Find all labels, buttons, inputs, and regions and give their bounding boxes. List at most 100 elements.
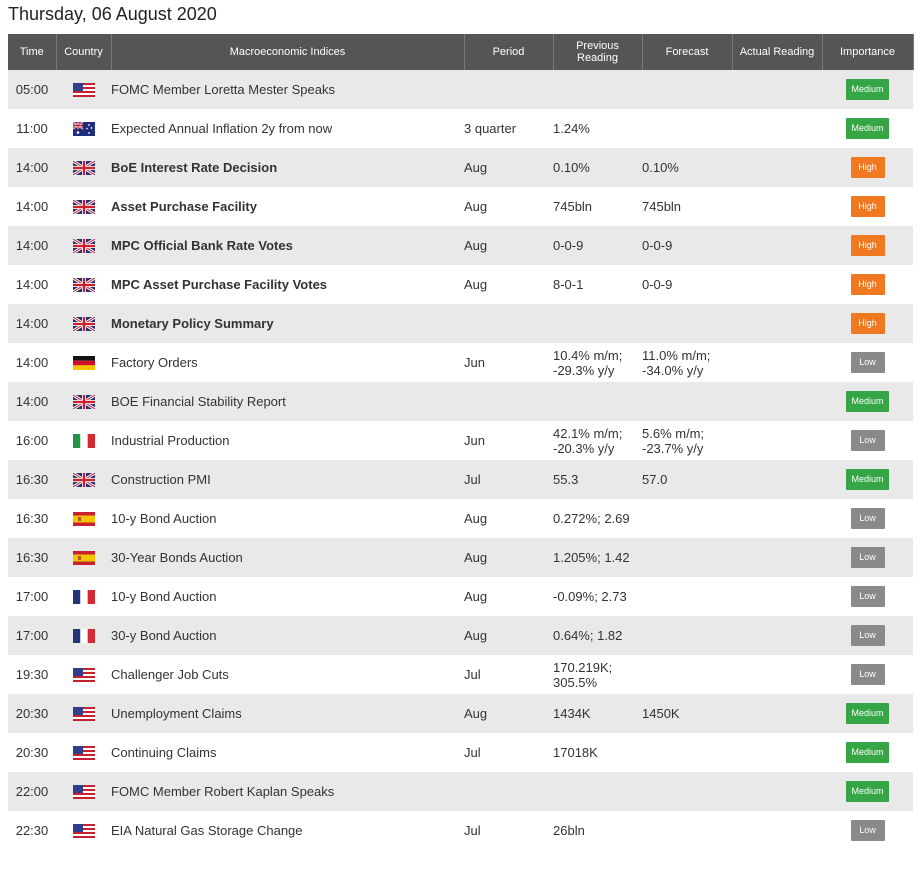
forecast-value-cell: 1450K [642,694,732,733]
previous-reading-value: 55.3 [553,472,579,487]
actual-reading [732,733,822,772]
table-row[interactable]: 14:00 BoE Interest Rate Decision Aug 0.10% 0… [8,148,913,187]
column-header-forecast[interactable]: Forecast [642,34,733,70]
table-row[interactable]: 14:00 Factory Orders Jun 10.4% m/m; -29.3% … [8,343,913,382]
uk-flag-icon [72,160,95,176]
importance-badge: Medium [846,79,889,100]
event-name[interactable]: 30-Year Bonds Auction [111,538,464,577]
event-name[interactable]: Industrial Production [111,421,464,460]
table-row[interactable]: 14:00 MPC Asset Purchase Facility Votes Au… [8,265,913,304]
previous-reading-value: 170.219K; 305.5% [553,659,613,690]
table-row[interactable]: 14:00 Asset Purchase Facility Aug 745bln 745… [8,187,913,226]
importance-cell: Low [822,421,913,460]
table-row[interactable]: 14:00 Monetary Policy Summary High [8,304,913,343]
forecast-value-cell [642,733,732,772]
forecast-value-cell: 0.10% [642,148,732,187]
event-name[interactable]: Continuing Claims [111,733,464,772]
event-name[interactable]: Expected Annual Inflation 2y from now [111,109,464,148]
actual-reading [732,538,822,577]
importance-cell: Medium [822,382,913,421]
table-row[interactable]: 17:00 10-y Bond Auction Aug -0.09%; 2.73 Low [8,577,913,616]
column-header-previous[interactable]: Previous Reading [553,34,643,70]
page-title: Thursday, 06 August 2020 [8,4,217,24]
event-time: 16:30 [8,460,56,499]
event-name[interactable]: BoE Interest Rate Decision [111,148,464,187]
event-name[interactable]: FOMC Member Loretta Mester Speaks [111,70,464,109]
table-row[interactable]: 16:00 Industrial Production Jun 42.1% m/m; … [8,421,913,460]
table-row[interactable]: 05:00 FOMC Member Loretta Mester Speaks Me… [8,70,913,109]
previous-reading [553,304,642,343]
event-period: Jul [464,733,553,772]
event-name[interactable]: EIA Natural Gas Storage Change [111,811,464,850]
country-flag-cell [56,772,111,811]
event-name[interactable]: Asset Purchase Facility [111,187,464,226]
table-row[interactable]: 19:30 Challenger Job Cuts Jul 170.219K; 305… [8,655,913,694]
event-name[interactable]: 10-y Bond Auction [111,499,464,538]
table-row[interactable]: 20:30 Unemployment Claims Aug 1434K 1450K Med… [8,694,913,733]
table-row[interactable]: 16:30 Construction PMI Jul 55.3 57.0 Medium [8,460,913,499]
previous-reading: 0.64%; 1.82 [553,616,642,655]
event-period: Aug [464,538,553,577]
column-header-importance[interactable]: Importance [822,34,914,70]
table-row[interactable]: 11:00 Expected Annual Inflation 2y from n… [8,109,913,148]
forecast-value-cell [642,616,732,655]
event-name[interactable]: Unemployment Claims [111,694,464,733]
country-flag-cell [56,538,111,577]
event-name[interactable]: Monetary Policy Summary [111,304,464,343]
event-name[interactable]: 30-y Bond Auction [111,616,464,655]
country-flag-cell [56,343,111,382]
importance-badge: Medium [846,703,889,724]
column-header-actual[interactable]: Actual Reading [732,34,823,70]
event-name[interactable]: 10-y Bond Auction [111,577,464,616]
it-flag-icon [72,433,95,449]
previous-reading-value: 26bln [553,823,585,838]
actual-reading [732,421,822,460]
event-name[interactable]: Factory Orders [111,343,464,382]
table-row[interactable]: 22:30 EIA Natural Gas Storage Change Jul 26… [8,811,913,850]
event-name[interactable]: BOE Financial Stability Report [111,382,464,421]
table-row[interactable]: 16:30 10-y Bond Auction Aug 0.272%; 2.69 Low [8,499,913,538]
previous-reading-value: 0.10% [553,160,590,175]
au-flag-icon [72,121,95,137]
event-name[interactable]: MPC Official Bank Rate Votes [111,226,464,265]
uk-flag-icon [72,277,95,293]
importance-badge: High [850,313,885,334]
forecast-value: 0-0-9 [642,238,673,253]
event-period: Aug [464,577,553,616]
previous-reading: 42.1% m/m; -20.3% y/y [553,421,642,460]
importance-cell: Low [822,655,913,694]
table-row[interactable]: 17:00 30-y Bond Auction Aug 0.64%; 1.82 Low [8,616,913,655]
event-time: 17:00 [8,616,56,655]
country-flag-cell [56,499,111,538]
table-row[interactable]: 20:30 Continuing Claims Jul 17018K Medium [8,733,913,772]
previous-reading-value: 745bln [553,199,593,214]
previous-reading-value: 8-0-1 [553,277,584,292]
event-name[interactable]: FOMC Member Robert Kaplan Speaks [111,772,464,811]
previous-reading: 17018K [553,733,642,772]
previous-reading [553,772,642,811]
column-header-time[interactable]: Time [8,34,57,70]
table-row[interactable]: 22:00 FOMC Member Robert Kaplan Speaks Med… [8,772,913,811]
previous-reading: 745bln [553,187,642,226]
table-row[interactable]: 16:30 30-Year Bonds Auction Aug 1.205%; 1.4… [8,538,913,577]
event-time: 16:30 [8,499,56,538]
previous-reading-value: 17018K [553,745,598,760]
previous-reading: 1.205%; 1.42 [553,538,642,577]
country-flag-cell [56,811,111,850]
previous-reading [553,70,642,109]
us-flag-icon [72,706,95,722]
uk-flag-icon [72,316,95,332]
country-flag-cell [56,733,111,772]
column-header-period[interactable]: Period [464,34,554,70]
event-name[interactable]: MPC Asset Purchase Facility Votes [111,265,464,304]
event-name[interactable]: Challenger Job Cuts [111,655,464,694]
column-header-indices[interactable]: Macroeconomic Indices [111,34,465,70]
column-header-country[interactable]: Country [56,34,112,70]
actual-reading [732,655,822,694]
table-row[interactable]: 14:00 MPC Official Bank Rate Votes Aug 0-0-… [8,226,913,265]
table-row[interactable]: 14:00 BOE Financial Stability Report Mediu… [8,382,913,421]
event-name[interactable]: Construction PMI [111,460,464,499]
event-time: 20:30 [8,733,56,772]
country-flag-cell [56,265,111,304]
event-period: Aug [464,694,553,733]
